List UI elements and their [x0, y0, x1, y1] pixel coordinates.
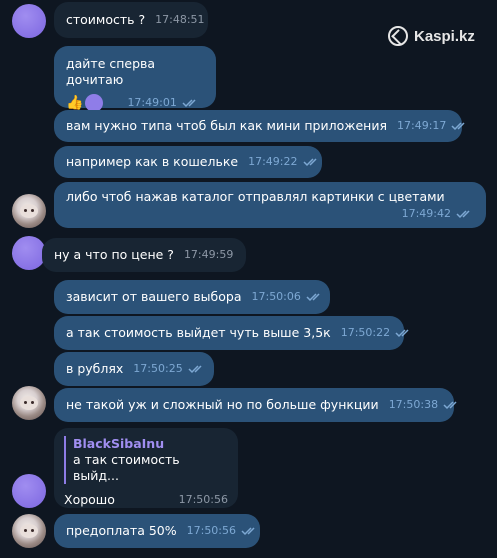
message-time: 17:49:22 [248, 155, 298, 168]
double-check-icon [241, 526, 259, 536]
avatar[interactable] [12, 386, 46, 420]
message-text: зависит от вашего выбора [66, 289, 242, 304]
message-text: в рублях [66, 361, 124, 376]
message-time: 17:49:17 [397, 119, 447, 132]
avatar-eye [24, 209, 27, 212]
double-check-icon [456, 209, 474, 219]
reply-text: а так стоимость выйд... [73, 452, 180, 483]
double-check-icon [302, 157, 321, 167]
avatar-eye [31, 529, 34, 532]
message-outgoing[interactable]: либо чтоб нажав каталог отправлял картин… [54, 182, 486, 228]
message-text: ну а что по цене ? [54, 247, 174, 262]
avatar[interactable] [12, 514, 46, 548]
message-incoming[interactable]: стоимость ? 17:48:51 [54, 2, 208, 38]
avatar-eye [24, 401, 27, 404]
avatar-eye [24, 529, 27, 532]
avatar[interactable] [12, 4, 46, 38]
message-outgoing[interactable]: а так стоимость выйдет чуть выше 3,5к 17… [54, 316, 409, 350]
message-time: 17:49:59 [183, 248, 234, 261]
message-outgoing[interactable]: например как в кошельке 17:49:22 [54, 146, 322, 178]
message-text: дайте сперва дочитаю [66, 56, 156, 87]
avatar-face [20, 524, 38, 538]
message-outgoing[interactable]: дайте сперва дочитаю 👍 17:49:01 [54, 46, 216, 112]
double-check-icon [443, 400, 461, 410]
message-outgoing[interactable]: предоплата 50% 17:50:56 [54, 514, 260, 548]
message-outgoing[interactable]: зависит от вашего выбора 17:50:06 [54, 280, 330, 314]
message-time: 17:50:56 [178, 493, 228, 506]
message-time: 17:50:38 [388, 398, 439, 411]
message-time: 17:50:06 [251, 290, 301, 303]
avatar-eye [31, 401, 34, 404]
thumbs-up-icon: 👍 [66, 95, 84, 111]
message-outgoing[interactable]: не такой уж и сложный но по больше функц… [54, 388, 457, 422]
double-check-icon [182, 98, 200, 108]
double-check-icon [188, 364, 206, 374]
message-text: стоимость ? [66, 12, 146, 27]
avatar-face [20, 204, 38, 218]
message-text: вам нужно типа чтоб был как мини приложе… [66, 118, 387, 133]
double-check-icon [306, 292, 324, 302]
reply-author: BlackSibaInu [73, 436, 165, 451]
avatar-eye [31, 209, 34, 212]
message-text: например как в кошельке [66, 154, 239, 169]
message-incoming[interactable]: ну а что по цене ? 17:49:59 [42, 238, 246, 272]
message-text: не такой уж и сложный но по больше функц… [66, 397, 379, 412]
reply-quote[interactable]: BlackSibaInu а так стоимость выйд... [64, 436, 228, 484]
message-time: 17:49:01 [127, 96, 177, 109]
message-time: 17:49:42 [401, 207, 451, 220]
kaspi-logo-icon [388, 26, 408, 46]
avatar[interactable] [12, 474, 46, 508]
kaspi-logo: Kaspi.kz [388, 26, 475, 46]
message-outgoing[interactable]: в рублях 17:50:25 [54, 352, 214, 386]
message-text: Хорошо [64, 492, 115, 507]
message-time: 17:50:22 [340, 326, 391, 339]
avatar[interactable] [12, 236, 46, 270]
message-time: 17:50:25 [133, 362, 183, 375]
double-check-icon [451, 121, 469, 131]
message-text: либо чтоб нажав каталог отправлял картин… [66, 189, 445, 204]
avatar[interactable] [12, 194, 46, 228]
double-check-icon [395, 328, 413, 338]
message-incoming[interactable]: BlackSibaInu а так стоимость выйд... Хор… [54, 428, 238, 508]
message-time: 17:50:56 [186, 524, 237, 537]
avatar-face [20, 396, 38, 410]
message-text: предоплата 50% [66, 523, 177, 538]
message-time: 17:48:51 [155, 13, 205, 26]
message-outgoing[interactable]: вам нужно типа чтоб был как мини приложе… [54, 110, 465, 142]
message-text: а так стоимость выйдет чуть выше 3,5к [66, 325, 331, 340]
kaspi-logo-text: Kaspi.kz [414, 27, 475, 45]
